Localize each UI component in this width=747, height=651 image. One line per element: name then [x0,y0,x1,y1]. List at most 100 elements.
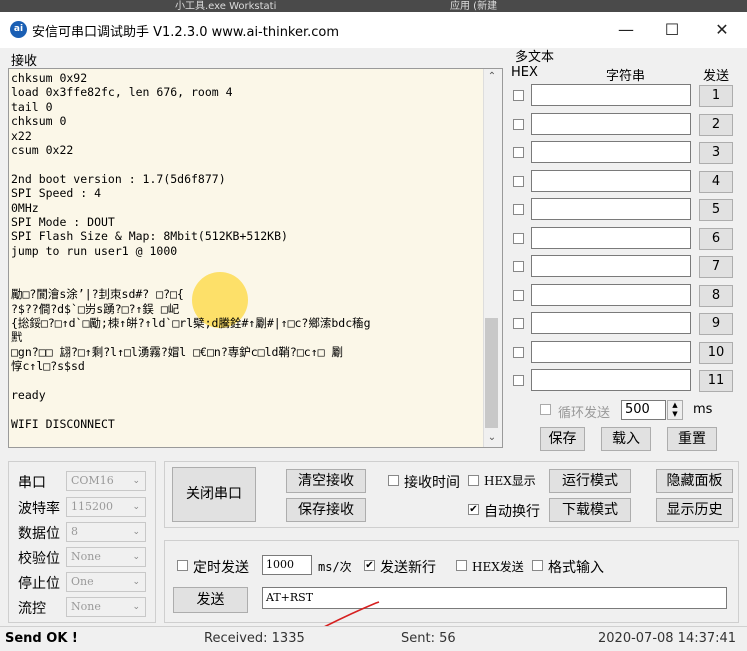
row-send-button[interactable]: 8 [699,284,733,307]
row-text-input[interactable] [531,369,691,391]
row-send-button[interactable]: 1 [699,85,733,107]
row-send-button[interactable]: 10 [699,341,733,364]
download-mode-button[interactable]: 下载模式 [549,498,631,522]
interval-input[interactable]: 1000 [262,555,312,575]
row-text-input[interactable] [531,255,691,277]
row-hex-checkbox[interactable] [513,346,524,358]
flow-select[interactable]: None ⌄ [66,597,146,617]
row-text-input[interactable] [531,112,691,135]
row-send-button[interactable]: 3 [699,142,733,164]
received-count: Received: 1335 [204,631,305,646]
row-hex-checkbox[interactable] [513,147,524,158]
format-input-label: 格式输入 [548,560,604,576]
row-text-input[interactable] [531,312,691,334]
multi-text-title: 多文本 [515,50,555,65]
chevron-down-icon: ⌄ [132,577,140,587]
row-send-button[interactable]: 9 [699,313,733,335]
background-window-text: 小工具.exe Workstati [175,1,277,12]
timed-send-checkbox[interactable] [177,560,188,571]
close-port-button[interactable]: 关闭串口 [172,467,256,522]
row-text-input[interactable] [531,283,691,306]
hide-panel-button[interactable]: 隐藏面板 [656,469,733,493]
row-hex-checkbox[interactable] [513,289,524,301]
row-text-input[interactable] [531,141,691,163]
chevron-down-icon: ⌄ [132,502,140,512]
row-send-button[interactable]: 2 [699,113,733,136]
hex-column-header: HEX [511,65,538,80]
auto-newline-checkbox[interactable]: ✔ [468,504,479,515]
loop-send-label: 循环发送 [558,406,611,421]
row-hex-checkbox[interactable] [513,375,524,386]
row-hex-checkbox[interactable] [513,204,524,215]
flow-label: 流控 [18,601,46,617]
send-group [164,540,739,623]
datetime: 2020-07-08 14:37:41 [598,631,737,646]
scroll-down-icon[interactable]: ⌄ [483,430,501,446]
send-status: Send OK ! [5,631,78,646]
sent-count: Sent: 56 [401,631,456,646]
parity-label: 校验位 [18,551,60,567]
row-hex-checkbox[interactable] [513,261,524,272]
scrollbar-thumb[interactable] [485,318,498,428]
row-text-input[interactable] [531,340,691,363]
row-hex-checkbox[interactable] [513,118,524,130]
auto-newline-label: 自动换行 [484,504,540,520]
send-newline-checkbox[interactable]: ✔ [364,560,375,571]
maximize-button[interactable]: ☐ [649,14,695,46]
background-window-text-right: 应用 (新建 [450,1,498,12]
row-send-button[interactable]: 5 [699,199,733,221]
row-send-button[interactable]: 11 [699,370,733,392]
receive-text[interactable]: chksum 0x92 load 0x3ffe82fc, len 676, ro… [11,71,481,445]
loop-unit-label: ms [693,402,713,417]
clear-receive-button[interactable]: 清空接收 [286,469,366,493]
chevron-down-icon: ⌄ [132,527,140,537]
minimize-button[interactable]: — [603,14,649,46]
loop-interval-input[interactable]: 500 [621,400,666,420]
send-button[interactable]: 发送 [173,587,248,613]
row-text-input[interactable] [531,198,691,220]
send-column-header: 发送 [703,69,730,84]
hex-send-checkbox[interactable] [456,560,467,571]
databits-select[interactable]: 8 ⌄ [66,522,146,542]
chevron-down-icon: ⌄ [132,552,140,562]
format-input-checkbox[interactable] [532,560,543,571]
row-hex-checkbox[interactable] [513,175,524,187]
hex-display-checkbox[interactable] [468,475,479,486]
row-send-button[interactable]: 7 [699,256,733,278]
show-history-button[interactable]: 显示历史 [656,498,733,522]
row-send-button[interactable]: 6 [699,227,733,250]
loop-send-checkbox[interactable] [540,404,551,415]
row-text-input[interactable] [531,226,691,249]
interval-unit: ms/次 [318,560,352,574]
row-hex-checkbox[interactable] [513,90,524,101]
hex-display-label: HEX显示 [484,474,536,488]
baud-label: 波特率 [18,501,60,517]
save-multi-button[interactable]: 保存 [540,427,585,451]
run-mode-button[interactable]: 运行模式 [549,469,631,493]
stopbits-select[interactable]: One ⌄ [66,572,146,592]
row-hex-checkbox[interactable] [513,232,524,244]
databits-label: 数据位 [18,526,60,542]
row-send-button[interactable]: 4 [699,170,733,193]
load-multi-button[interactable]: 载入 [601,427,651,451]
receive-label: 接收 [11,54,38,69]
baud-select[interactable]: 115200 ⌄ [66,497,146,517]
send-newline-label: 发送新行 [380,560,436,576]
row-hex-checkbox[interactable] [513,318,524,329]
save-receive-button[interactable]: 保存接收 [286,498,366,522]
port-label: 串口 [18,475,46,491]
row-text-input[interactable] [531,169,691,192]
scroll-up-icon[interactable]: ⌃ [483,69,501,85]
chevron-down-icon: ⌄ [132,476,140,486]
background-window-strip: 小工具.exe Workstati 应用 (新建 [0,0,747,12]
port-select[interactable]: COM16 ⌄ [66,471,146,491]
close-button[interactable]: ✕ [699,14,745,46]
parity-select[interactable]: None ⌄ [66,547,146,567]
string-column-header: 字符串 [606,69,646,84]
hex-send-label: HEX发送 [472,560,524,574]
row-text-input[interactable] [531,84,691,106]
loop-interval-spinner[interactable]: ▲ ▼ [667,400,683,420]
chevron-down-icon: ⌄ [132,602,140,612]
reset-multi-button[interactable]: 重置 [667,427,717,451]
recv-time-checkbox[interactable] [388,475,399,486]
